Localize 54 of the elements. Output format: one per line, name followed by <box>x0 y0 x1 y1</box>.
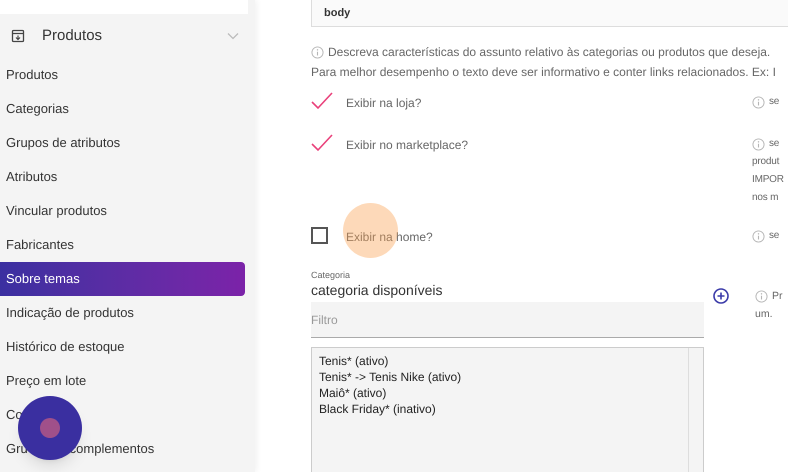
add-icon[interactable] <box>713 288 729 304</box>
help-text: produt <box>752 155 780 169</box>
help-text: um. <box>755 307 773 322</box>
category-title: categoria disponíveis <box>311 281 444 299</box>
checkmark-icon[interactable] <box>311 92 333 110</box>
sidebar-item-text: Indicação de produtos <box>6 304 134 322</box>
sidebar-section-header[interactable]: Produtos <box>0 14 255 58</box>
body-field[interactable]: body <box>311 0 788 27</box>
category-listbox[interactable]: Tenis* (ativo) Tenis* -> Tenis Nike (ativo) Maiô* (ativo) Black Friday* (inativo) <box>311 347 704 472</box>
sidebar-item[interactable]: Grupos de atributos <box>0 126 245 160</box>
sidebar-item-text: Sobre temas <box>6 270 80 288</box>
info-icon <box>752 96 765 108</box>
info-icon <box>752 230 765 242</box>
sidebar-item[interactable]: Sobre temas <box>0 262 245 296</box>
hint-text: Para melhor desempenho o texto deve ser informativo e conter links relacionados. Ex: I <box>311 64 777 81</box>
help-text: se <box>769 229 780 243</box>
archive-icon <box>11 29 25 43</box>
sidebar-item-text: Preço em lote <box>6 372 86 390</box>
option-label: Exibir na loja? <box>346 95 422 112</box>
sidebar-item[interactable]: Fabricantes <box>0 228 245 262</box>
sidebar-item-text: Atributos <box>6 168 58 186</box>
sidebar-item[interactable]: Vincular produtos <box>0 194 245 228</box>
help-text: se <box>769 95 780 109</box>
sidebar-item[interactable]: Atributos <box>0 160 245 194</box>
option-label: Exibir no marketplace? <box>346 137 468 154</box>
list-option[interactable]: Black Friday* (inativo) <box>319 401 688 417</box>
checkbox[interactable] <box>311 227 328 244</box>
filter-field[interactable]: Filtro <box>311 302 704 338</box>
list-option[interactable]: Maiô* (ativo) <box>319 385 688 401</box>
checkmark-icon[interactable] <box>311 134 333 152</box>
sidebar-item[interactable]: Indicação de produtos <box>0 296 245 330</box>
list-option[interactable]: Tenis* (ativo) <box>319 353 688 369</box>
list-option[interactable]: Tenis* -> Tenis Nike (ativo) <box>319 369 688 385</box>
help-text: IMPOR <box>752 173 784 187</box>
chevron-down-icon <box>227 32 239 40</box>
sidebar-item[interactable]: Produtos <box>0 58 245 92</box>
help-text: Pr <box>772 289 782 304</box>
help-text: nos m <box>752 191 778 205</box>
sidebar-item-text: Produtos <box>6 66 58 84</box>
help-text: se <box>769 137 780 151</box>
info-icon <box>755 290 768 302</box>
sidebar-item[interactable]: Categorias <box>0 92 245 126</box>
hint-text: Descreva características do assunto relativo às categorias ou produtos que deseja. <box>328 44 770 61</box>
field-label: Categoria <box>311 270 352 281</box>
info-icon <box>752 138 765 150</box>
sidebar-item-text: Histórico de estoque <box>6 338 125 356</box>
sidebar-item[interactable]: Histórico de estoque <box>0 330 245 364</box>
info-icon <box>311 46 324 58</box>
sidebar-item-text: Grupos de atributos <box>6 134 120 152</box>
sidebar-item-text: Vincular produtos <box>6 202 107 220</box>
sidebar-item-text: Fabricantes <box>6 236 74 254</box>
sidebar-item-text: Categorias <box>6 100 69 118</box>
option-label: Exibir na home? <box>346 229 433 246</box>
sidebar-item[interactable]: Preço em lote <box>0 364 245 398</box>
